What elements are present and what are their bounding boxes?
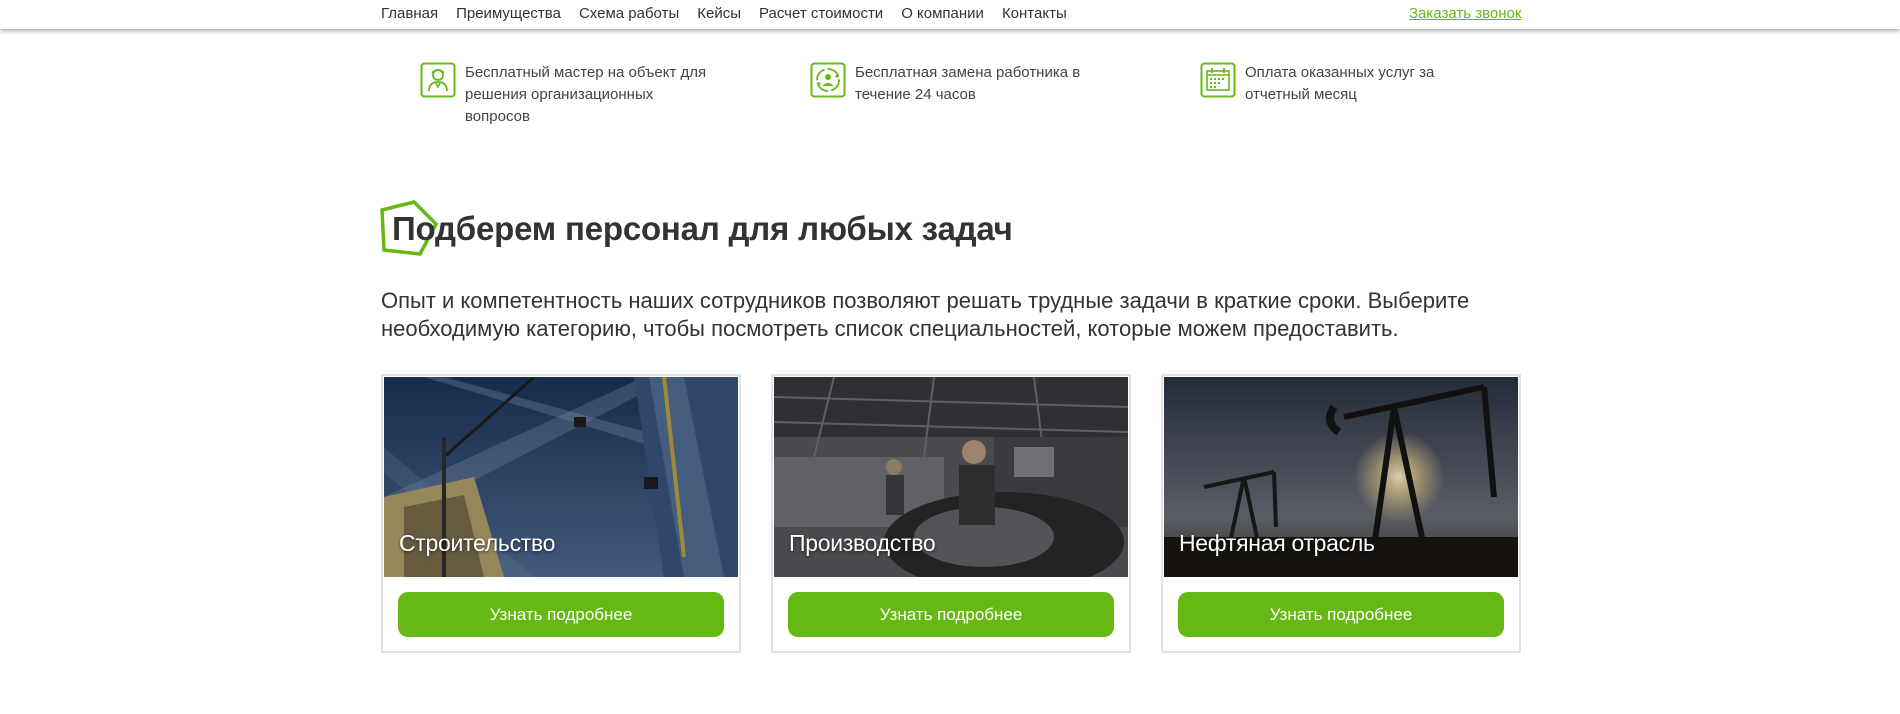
category-card-oil: Нефтяная отрасль Узнать подробнее [1161,374,1521,653]
section-header: Подберем персонал для любых задач [380,198,1080,262]
oil-pumpjack-photo: Нефтяная отрасль [1164,377,1518,577]
category-card-construction: Строительство Узнать подробнее [381,374,741,653]
card-title: Нефтяная отрасль [1179,530,1375,556]
callback-link[interactable]: Заказать звонок [1409,5,1521,22]
card-title: Строительство [399,530,556,556]
calendar-icon [1200,62,1236,98]
factory-assembly-photo: Производство [774,377,1128,577]
benefits-row: Бесплатный мастер на объект для решения … [0,62,1900,132]
replacement-icon [810,62,846,98]
nav-link-pricing[interactable]: Расчет стоимости [759,5,883,22]
benefit-text: Бесплатная замена работника в течение 24… [855,64,1081,103]
nav-link-cases[interactable]: Кейсы [697,5,741,22]
nav-menu: Главная Преимущества Схема работы Кейсы … [381,5,1085,22]
benefit-text: Бесплатный мастер на объект для решения … [465,64,707,125]
learn-more-button[interactable]: Узнать подробнее [398,592,724,637]
learn-more-button[interactable]: Узнать подробнее [1178,592,1504,637]
benefit-text: Оплата оказанных услуг за отчетный месяц [1245,64,1435,103]
category-card-manufacturing: Производство Узнать подробнее [771,374,1131,653]
worker-icon [420,62,456,98]
section-description: Опыт и компетентность наших сотрудников … [381,288,1470,341]
benefit-item: Бесплатная замена работника в течение 24… [810,62,1085,106]
nav-link-about[interactable]: О компании [901,5,984,22]
top-navbar: Главная Преимущества Схема работы Кейсы … [0,0,1900,29]
nav-link-workflow[interactable]: Схема работы [579,5,679,22]
card-title: Производство [789,530,936,556]
construction-crane-photo: Строительство [384,377,738,577]
nav-link-home[interactable]: Главная [381,5,438,22]
section-title: Подберем персонал для любых задач [392,210,1013,247]
benefit-item: Бесплатный мастер на объект для решения … [420,62,715,128]
benefit-item: Оплата оказанных услуг за отчетный месяц [1200,62,1475,106]
nav-link-contacts[interactable]: Контакты [1002,5,1067,22]
nav-link-advantages[interactable]: Преимущества [456,5,561,22]
learn-more-button[interactable]: Узнать подробнее [788,592,1114,637]
